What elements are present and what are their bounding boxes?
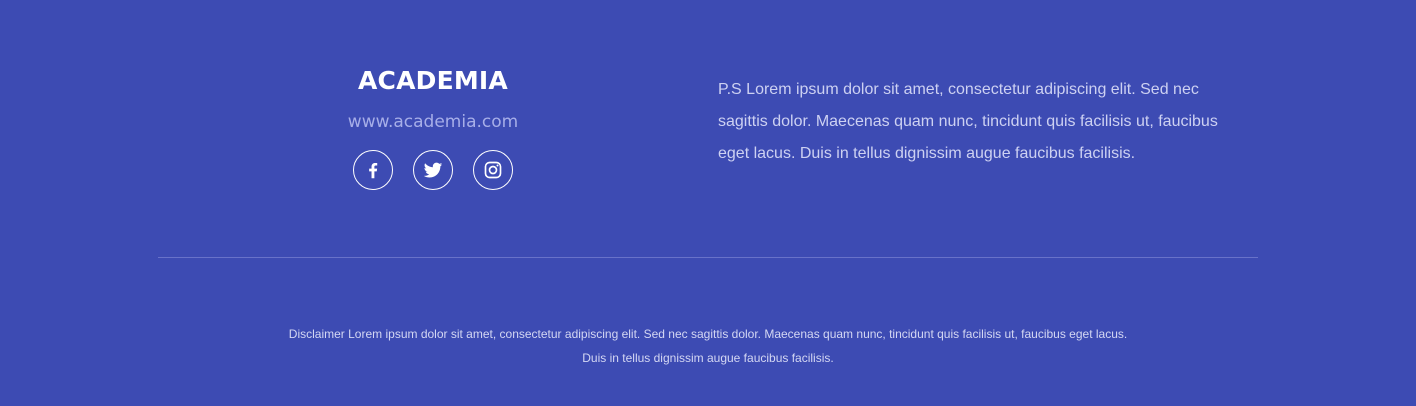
facebook-icon xyxy=(369,162,378,179)
divider xyxy=(158,257,1258,258)
social-links xyxy=(333,150,533,190)
website-link[interactable]: www.academia.com xyxy=(333,112,533,132)
brand-title: ACADEMIA xyxy=(357,66,508,95)
disclaimer-text: Disclaimer Lorem ipsum dolor sit amet, c… xyxy=(158,322,1258,370)
note-text: P.S Lorem ipsum dolor sit amet, consecte… xyxy=(718,81,1218,162)
disclaimer-line-1: Disclaimer Lorem ipsum dolor sit amet, c… xyxy=(288,327,1128,341)
twitter-button[interactable] xyxy=(413,150,453,190)
facebook-button[interactable] xyxy=(353,150,393,190)
brand-column: ACADEMIA www.academia.com xyxy=(333,60,533,190)
site-footer: ACADEMIA www.academia.com P.S Lorem ipsu… xyxy=(0,0,1416,406)
instagram-icon xyxy=(484,161,502,179)
instagram-button[interactable] xyxy=(473,150,513,190)
twitter-icon xyxy=(423,162,443,178)
note-column: P.S Lorem ipsum dolor sit amet, consecte… xyxy=(718,74,1238,170)
disclaimer-line-2: Duis in tellus dignissim augue faucibus … xyxy=(582,351,834,365)
